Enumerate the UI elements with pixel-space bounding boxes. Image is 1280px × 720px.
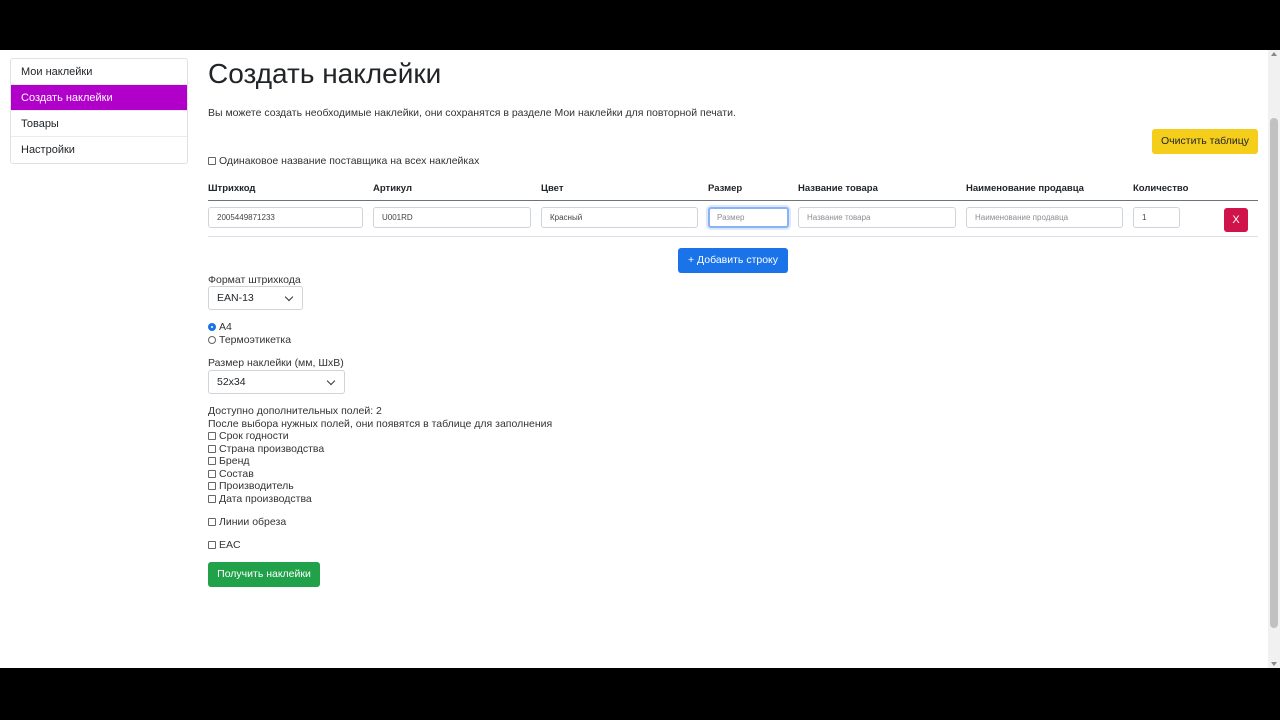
barcode-format-value: EAN-13	[217, 292, 254, 304]
sidebar-item-create-stickers[interactable]: Создать наклейки	[11, 85, 187, 111]
paper-a4-label: A4	[219, 321, 232, 333]
vertical-scrollbar[interactable]	[1268, 50, 1280, 668]
sidebar-item-settings[interactable]: Настройки	[11, 137, 187, 163]
field-country-label: Страна производства	[219, 443, 325, 455]
quantity-input[interactable]: 1	[1133, 207, 1180, 228]
barcode-input[interactable]: 2005449871233	[208, 207, 363, 228]
field-production-date-checkbox[interactable]: Дата производства	[208, 493, 312, 505]
header-seller-name: Наименование продавца	[966, 183, 1084, 194]
field-manufacturer-checkbox[interactable]: Производитель	[208, 480, 294, 492]
checkbox-box[interactable]	[208, 541, 216, 549]
checkbox-box[interactable]	[208, 518, 216, 526]
sticker-size-value: 52x34	[217, 376, 246, 388]
checkbox-box[interactable]	[208, 482, 216, 490]
checkbox-box[interactable]	[208, 445, 216, 453]
browser-viewport: Мои наклейки Создать наклейки Товары Нас…	[0, 50, 1280, 668]
article-input[interactable]: U001RD	[373, 207, 531, 228]
paper-thermal-radio[interactable]: Термоэтикетка	[208, 334, 291, 346]
header-product-name: Название товара	[798, 183, 878, 194]
color-input[interactable]: Красный	[541, 207, 698, 228]
field-expiry-label: Срок годности	[219, 430, 289, 442]
get-stickers-button[interactable]: Получить наклейки	[208, 562, 320, 587]
header-barcode: Штрихкод	[208, 183, 256, 194]
delete-row-button[interactable]: X	[1224, 208, 1248, 232]
chevron-down-icon	[284, 292, 294, 302]
checkbox-box[interactable]	[208, 157, 216, 165]
radio-button[interactable]	[208, 323, 216, 331]
product-name-input[interactable]: Название товара	[798, 207, 956, 228]
table-header: Штрихкод Артикул Цвет Размер Название то…	[208, 183, 1258, 201]
scroll-up-icon[interactable]	[1271, 52, 1277, 56]
field-brand-label: Бренд	[219, 455, 250, 467]
field-composition-label: Состав	[219, 468, 254, 480]
field-production-date-label: Дата производства	[219, 493, 312, 505]
paper-thermal-label: Термоэтикетка	[219, 334, 292, 346]
header-color: Цвет	[541, 183, 564, 194]
cut-lines-checkbox[interactable]: Линии обреза	[208, 516, 286, 528]
same-supplier-label: Одинаковое название поставщика на всех н…	[219, 155, 480, 167]
header-size: Размер	[708, 183, 743, 194]
field-country-checkbox[interactable]: Страна производства	[208, 443, 324, 455]
field-manufacturer-label: Производитель	[219, 480, 294, 492]
page-description: Вы можете создать необходимые наклейки, …	[208, 107, 736, 119]
eac-checkbox[interactable]: EAC	[208, 539, 241, 551]
add-row-button[interactable]: + Добавить строку	[678, 248, 788, 273]
checkbox-box[interactable]	[208, 470, 216, 478]
checkbox-box[interactable]	[208, 432, 216, 440]
field-composition-checkbox[interactable]: Состав	[208, 468, 254, 480]
checkbox-box[interactable]	[208, 495, 216, 503]
paper-a4-radio[interactable]: A4	[208, 321, 232, 333]
header-quantity: Количество	[1133, 183, 1189, 194]
sidebar-item-my-stickers[interactable]: Мои наклейки	[11, 59, 187, 85]
sticker-size-select[interactable]: 52x34	[208, 370, 345, 394]
scrollbar-thumb[interactable]	[1270, 118, 1278, 628]
size-input[interactable]: Размер	[708, 207, 789, 228]
radio-button[interactable]	[208, 336, 216, 344]
sidebar-item-products[interactable]: Товары	[11, 111, 187, 137]
barcode-format-label: Формат штрихкода	[208, 274, 301, 286]
field-expiry-checkbox[interactable]: Срок годности	[208, 430, 289, 442]
chevron-down-icon	[326, 376, 336, 386]
scroll-down-icon[interactable]	[1271, 662, 1277, 666]
eac-label: EAC	[219, 539, 241, 551]
extra-fields-available: Доступно дополнительных полей: 2	[208, 405, 382, 417]
cut-lines-label: Линии обреза	[219, 516, 287, 528]
sidebar: Мои наклейки Создать наклейки Товары Нас…	[10, 58, 188, 164]
field-brand-checkbox[interactable]: Бренд	[208, 455, 250, 467]
page-title: Создать наклейки	[208, 58, 442, 89]
clear-table-button[interactable]: Очистить таблицу	[1152, 129, 1258, 154]
same-supplier-checkbox[interactable]: Одинаковое название поставщика на всех н…	[208, 155, 479, 167]
barcode-format-select[interactable]: EAN-13	[208, 286, 303, 310]
table-row: 2005449871233 U001RD Красный Размер Назв…	[208, 201, 1258, 237]
sticker-size-label: Размер наклейки (мм, ШхВ)	[208, 357, 344, 369]
extra-fields-hint: После выбора нужных полей, они появятся …	[208, 418, 553, 430]
checkbox-box[interactable]	[208, 457, 216, 465]
header-article: Артикул	[373, 183, 412, 194]
seller-name-input[interactable]: Наименование продавца	[966, 207, 1123, 228]
